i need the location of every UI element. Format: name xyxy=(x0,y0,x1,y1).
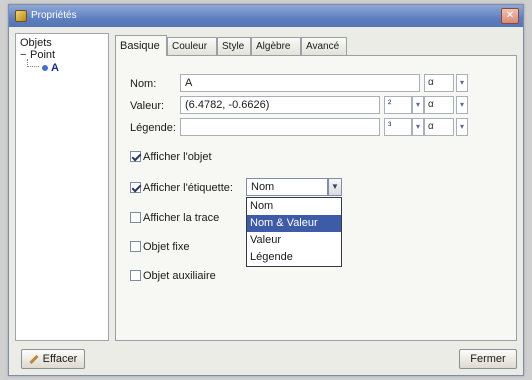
caption-input[interactable] xyxy=(180,118,380,136)
tab-avance[interactable]: Avancé xyxy=(301,37,347,55)
name-alpha-field[interactable]: α xyxy=(424,74,454,92)
option-legende[interactable]: Légende xyxy=(247,249,341,266)
show-label-checkbox[interactable]: Afficher l'étiquette: xyxy=(130,182,233,194)
tree-node-a-label: A xyxy=(51,62,59,74)
window-title: Propriétés xyxy=(31,10,77,21)
value-alpha-dropdown-icon[interactable]: ▾ xyxy=(456,96,468,114)
point-icon xyxy=(42,65,48,72)
show-trace-checkbox-box[interactable] xyxy=(130,212,141,223)
show-trace-checkbox[interactable]: Afficher la trace xyxy=(130,212,219,224)
close-button[interactable]: Fermer xyxy=(459,349,517,369)
eraser-icon xyxy=(29,354,39,364)
option-nom-valeur[interactable]: Nom & Valeur xyxy=(247,215,341,232)
label-mode-select[interactable]: Nom xyxy=(246,178,328,196)
show-object-label: Afficher l'objet xyxy=(143,151,212,163)
tab-basique[interactable]: Basique xyxy=(115,35,167,56)
delete-button[interactable]: Effacer xyxy=(21,349,85,369)
title-bar[interactable]: Propriétés ✕ xyxy=(9,5,523,27)
app-icon xyxy=(15,10,27,22)
object-tree: Objets − Point A xyxy=(15,33,109,341)
name-label: Nom: xyxy=(130,78,157,90)
delete-button-label: Effacer xyxy=(42,353,78,365)
caption-superscript-dropdown-icon[interactable]: ▾ xyxy=(412,118,424,136)
tree-node-a[interactable]: A xyxy=(42,62,59,74)
fix-object-label: Objet fixe xyxy=(143,241,190,253)
show-trace-label: Afficher la trace xyxy=(143,212,220,224)
caption-superscript-field[interactable]: ³ xyxy=(384,118,412,136)
close-window-button[interactable]: ✕ xyxy=(501,8,519,24)
fix-object-checkbox-box[interactable] xyxy=(130,241,141,252)
name-input[interactable]: A xyxy=(180,74,420,92)
value-superscript-field[interactable]: ² xyxy=(384,96,412,114)
aux-object-checkbox-box[interactable] xyxy=(130,270,141,281)
properties-dialog: Propriétés ✕ Objets − Point A Basique Cou… xyxy=(8,4,524,376)
tab-style[interactable]: Style xyxy=(217,37,251,55)
label-mode-options: Nom Nom & Valeur Valeur Légende xyxy=(246,197,342,267)
chevron-down-icon[interactable]: ▼ xyxy=(328,178,342,196)
basic-panel: Nom: A α ▾ Valeur: (6.4782, -0.6626) ² ▾… xyxy=(115,55,517,341)
aux-object-label: Objet auxiliaire xyxy=(143,270,216,282)
show-label-checkbox-box[interactable] xyxy=(130,182,141,193)
value-label: Valeur: xyxy=(130,100,165,112)
tab-algebre[interactable]: Algèbre xyxy=(251,37,301,55)
caption-alpha-field[interactable]: α xyxy=(424,118,454,136)
tree-root[interactable]: Objets xyxy=(20,37,52,49)
option-valeur[interactable]: Valeur xyxy=(247,232,341,249)
tab-couleur[interactable]: Couleur xyxy=(167,37,217,55)
tree-connector xyxy=(27,59,39,67)
show-object-checkbox-box[interactable] xyxy=(130,151,141,162)
aux-object-checkbox[interactable]: Objet auxiliaire xyxy=(130,270,216,282)
show-object-checkbox[interactable]: Afficher l'objet xyxy=(130,151,212,163)
option-nom[interactable]: Nom xyxy=(247,198,341,215)
caption-alpha-dropdown-icon[interactable]: ▾ xyxy=(456,118,468,136)
value-superscript-dropdown-icon[interactable]: ▾ xyxy=(412,96,424,114)
value-input[interactable]: (6.4782, -0.6626) xyxy=(180,96,380,114)
name-alpha-dropdown-icon[interactable]: ▾ xyxy=(456,74,468,92)
caption-label: Légende: xyxy=(130,122,176,134)
fix-object-checkbox[interactable]: Objet fixe xyxy=(130,241,189,253)
value-alpha-field[interactable]: α xyxy=(424,96,454,114)
show-label-label: Afficher l'étiquette: xyxy=(143,182,233,194)
